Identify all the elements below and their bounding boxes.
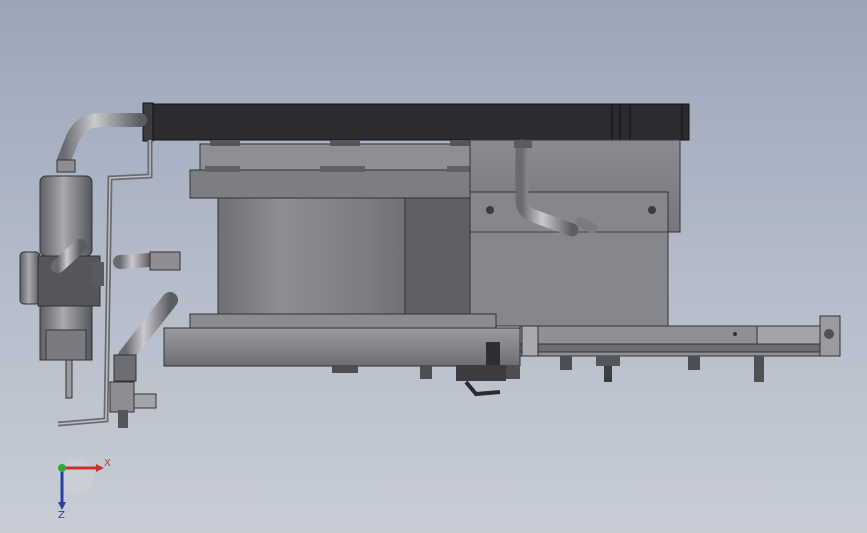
assembly-drawing: X Z xyxy=(19,102,841,521)
coordinate-triad: X Z xyxy=(58,458,111,521)
cad-viewport[interactable]: X Z xyxy=(0,0,867,533)
y-axis-marker xyxy=(58,464,66,472)
top-plate xyxy=(142,102,690,142)
nozzle-assembly xyxy=(19,175,104,399)
bent-tube xyxy=(56,113,147,173)
cylinder-drum xyxy=(217,197,471,317)
x-axis-label: X xyxy=(104,458,111,469)
z-axis-label: Z xyxy=(58,510,65,521)
clamp-block xyxy=(189,140,496,199)
linear-rail xyxy=(519,315,841,382)
